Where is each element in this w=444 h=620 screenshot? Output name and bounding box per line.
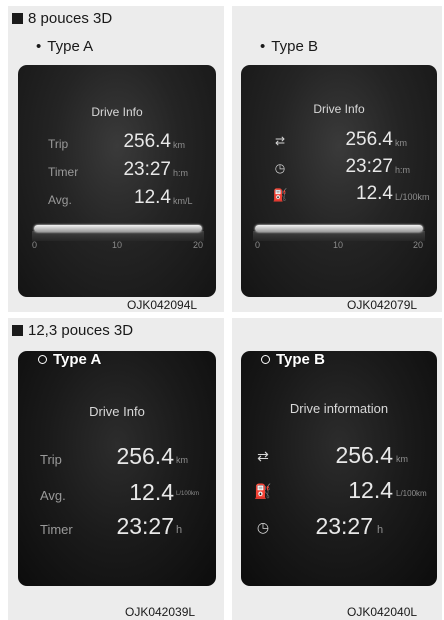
screen-title: Drive Info — [91, 105, 143, 119]
cluster-screen-8in-type-a: Drive Info Trip 256.4 km Timer 23:27 h:m… — [18, 65, 216, 297]
figure-code: OJK042079L — [347, 298, 418, 312]
trip-value: 256.4 — [123, 131, 171, 152]
bullet-icon: • — [260, 38, 266, 55]
figure-code: OJK042039L — [125, 605, 196, 619]
avg-unit: km/L — [173, 196, 193, 206]
avg-unit: L/100km — [176, 491, 200, 497]
section-title: 12,3 pouces 3D — [28, 322, 134, 339]
trip-label: Trip — [40, 452, 62, 467]
cluster-screen-12in-type-b: Type B Drive information ⇄ 256.4 km ⛽ 12… — [241, 351, 437, 586]
car-icon: ⇄ — [274, 134, 286, 148]
clock-icon: ◷ — [256, 519, 270, 535]
avg-value: 12.4 — [348, 477, 393, 503]
avg-value: 12.4 — [134, 187, 171, 208]
car-icon: ⇄ — [257, 448, 269, 464]
trip-value: 256.4 — [345, 129, 393, 150]
bullet-icon: • — [36, 38, 42, 55]
fuel-pump-icon: ⛽ — [272, 188, 288, 202]
fuel-economy-bar — [255, 225, 423, 232]
timer-value: 23:27 — [315, 513, 373, 539]
avg-label: Avg. — [40, 488, 66, 503]
avg-value: 12.4 — [129, 479, 174, 505]
screen-title: Drive Info — [89, 404, 145, 419]
timer-value: 23:27 — [116, 513, 174, 539]
hollow-bullet-icon — [38, 355, 47, 364]
trip-unit: km — [173, 140, 185, 150]
fuel-pump-icon: ⛽ — [254, 483, 272, 499]
hollow-bullet-icon — [261, 355, 270, 364]
scale-tick-10: 10 — [333, 240, 344, 250]
square-bullet-icon — [12, 325, 23, 336]
type-b-label: Type B — [261, 351, 325, 368]
trip-unit: km — [396, 454, 408, 464]
section-title: 8 pouces 3D — [28, 10, 113, 27]
section-heading-12in: 12,3 pouces 3D — [12, 322, 133, 339]
timer-label: Timer — [48, 165, 79, 179]
figure-code: OJK042040L — [347, 605, 418, 619]
type-a-label: Type A — [38, 351, 101, 368]
type-b-label: • Type B — [260, 38, 318, 55]
timer-unit: h:m — [395, 165, 411, 175]
cluster-screen-8in-type-b: Drive Info ⇄ 256.4 km ◷ 23:27 h:m ⛽ 12.4… — [241, 65, 437, 297]
fuel-economy-bar — [34, 225, 202, 232]
timer-unit: h — [176, 524, 183, 536]
scale-tick-0: 0 — [255, 240, 261, 250]
avg-unit: L/100km — [395, 192, 430, 202]
square-bullet-icon — [12, 13, 23, 24]
timer-value: 23:27 — [123, 159, 171, 180]
scale-tick-0: 0 — [32, 240, 38, 250]
timer-unit: h — [377, 524, 384, 536]
figure-code: OJK042094L — [127, 298, 198, 312]
scale-tick-20: 20 — [193, 240, 204, 250]
screen-title: Drive information — [289, 401, 389, 416]
avg-unit: L/100km — [396, 489, 427, 498]
type-a-label: • Type A — [36, 38, 94, 55]
avg-value: 12.4 — [356, 183, 393, 204]
scale-tick-10: 10 — [112, 240, 123, 250]
trip-value: 256.4 — [335, 442, 393, 468]
cluster-screen-12in-type-a: Type A Drive Info Trip 256.4 km Avg. 12.… — [18, 351, 216, 586]
trip-value: 256.4 — [116, 443, 174, 469]
screen-title: Drive Info — [313, 102, 365, 116]
trip-unit: km — [395, 138, 407, 148]
trip-label: Trip — [48, 137, 69, 151]
timer-value: 23:27 — [345, 156, 393, 177]
trip-unit: km — [176, 455, 188, 465]
timer-unit: h:m — [173, 168, 189, 178]
avg-label: Avg. — [48, 193, 72, 207]
section-heading-8in: 8 pouces 3D — [12, 10, 112, 27]
clock-icon: ◷ — [274, 161, 286, 175]
scale-tick-20: 20 — [413, 240, 424, 250]
timer-label: Timer — [40, 522, 73, 537]
